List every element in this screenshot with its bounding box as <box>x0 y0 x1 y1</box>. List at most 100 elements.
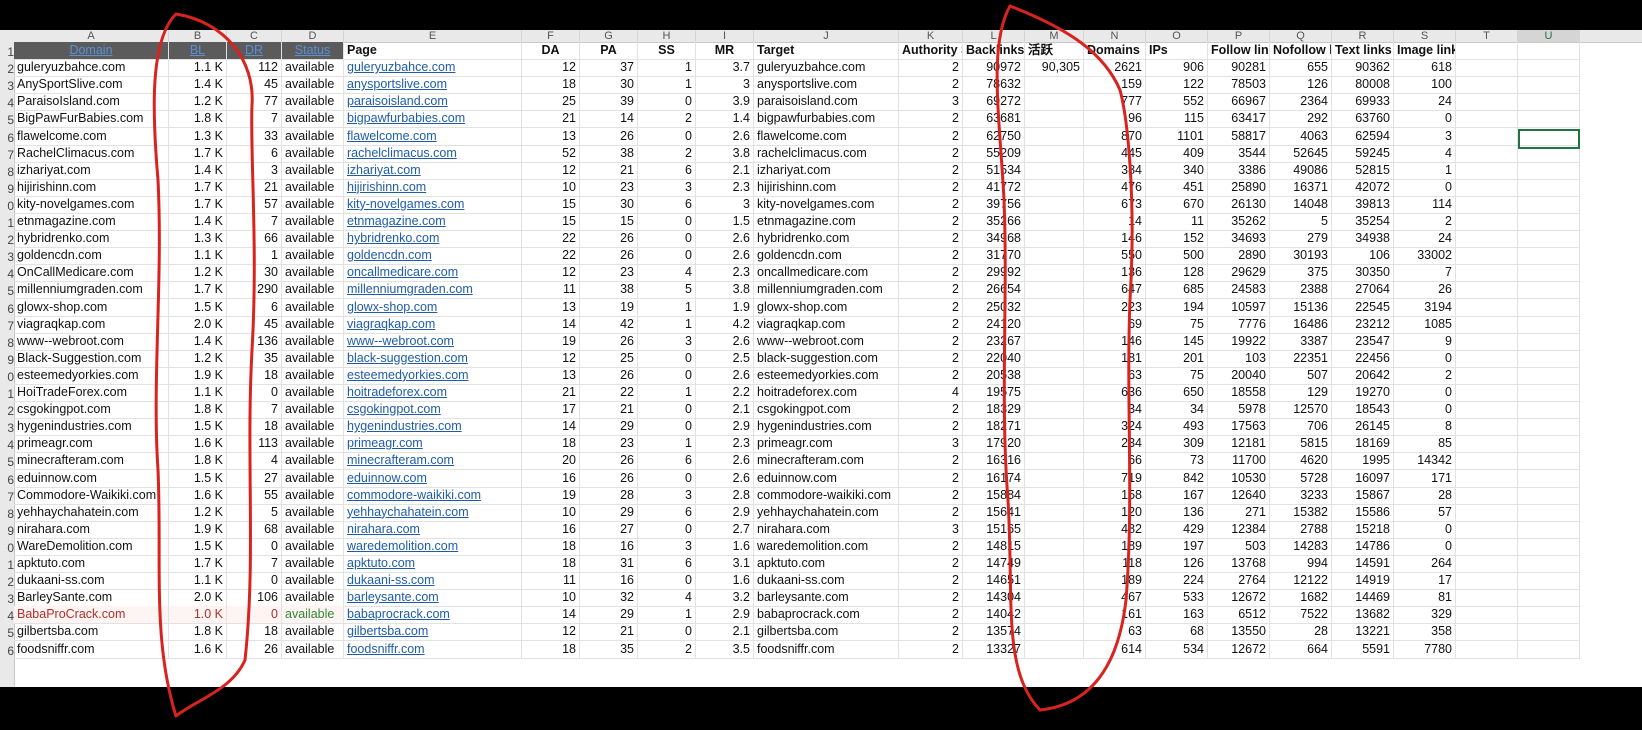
table-cell[interactable]: etnmagazine.com <box>754 213 899 231</box>
table-cell[interactable]: 80008 <box>1332 76 1394 95</box>
table-cell[interactable]: 1.5 K <box>169 469 227 488</box>
table-cell[interactable]: commodore-waikiki.com <box>344 486 522 505</box>
table-cell[interactable]: 57 <box>227 195 282 214</box>
table-cell[interactable]: 1682 <box>1270 589 1332 608</box>
table-cell[interactable]: available <box>282 572 344 591</box>
table-cell[interactable]: 2 <box>899 503 963 522</box>
table-cell[interactable]: 194 <box>1146 298 1208 317</box>
table-cell[interactable]: 26 <box>580 366 638 385</box>
table-cell[interactable]: 2 <box>899 144 963 163</box>
table-cell[interactable]: oncallmedicare.com <box>344 264 522 283</box>
table-cell[interactable] <box>1025 247 1084 266</box>
table-cell[interactable]: 2 <box>899 264 963 283</box>
table-cell[interactable]: 1.6 <box>696 572 754 591</box>
empty-cell[interactable] <box>1518 178 1580 197</box>
row-number[interactable]: 8 <box>0 505 14 523</box>
table-cell[interactable]: 534 <box>1146 640 1208 659</box>
table-cell[interactable]: 63 <box>1084 623 1146 642</box>
table-cell[interactable]: 96 <box>1084 110 1146 129</box>
table-cell[interactable]: 647 <box>1084 281 1146 300</box>
table-cell[interactable]: 75 <box>1146 366 1208 385</box>
empty-cell[interactable] <box>1518 230 1580 249</box>
table-cell[interactable]: 1.8 K <box>169 401 227 420</box>
table-cell[interactable]: BigPawFurBabies.com <box>14 110 169 129</box>
table-cell[interactable]: 126 <box>1270 76 1332 95</box>
table-cell[interactable]: rachelclimacus.com <box>344 144 522 163</box>
table-cell[interactable]: 2 <box>899 298 963 317</box>
table-cell[interactable]: www--webroot.com <box>14 332 169 351</box>
table-cell[interactable]: 0 <box>638 572 696 591</box>
table-cell[interactable]: 1.5 K <box>169 537 227 556</box>
row-number[interactable]: 2 <box>0 402 14 420</box>
table-cell[interactable]: flawelcome.com <box>14 127 169 146</box>
table-cell[interactable]: 7 <box>227 401 282 420</box>
empty-cell[interactable] <box>1518 589 1580 608</box>
table-cell[interactable]: 3.1 <box>696 555 754 573</box>
empty-cell[interactable] <box>1518 606 1580 625</box>
table-cell[interactable]: 384 <box>1084 161 1146 180</box>
table-cell[interactable]: dukaani-ss.com <box>754 572 899 591</box>
table-cell[interactable]: Black-Suggestion.com <box>14 349 169 368</box>
table-cell[interactable]: 224 <box>1146 572 1208 591</box>
table-cell[interactable]: available <box>282 110 344 129</box>
table-cell[interactable]: 0 <box>1394 349 1456 368</box>
table-cell[interactable]: 189 <box>1084 537 1146 556</box>
table-cell[interactable] <box>1025 110 1084 129</box>
table-cell[interactable]: 17920 <box>963 435 1025 454</box>
table-cell[interactable] <box>1025 144 1084 163</box>
table-cell[interactable]: 45 <box>227 315 282 334</box>
table-cell[interactable]: esteemedyorkies.com <box>344 366 522 385</box>
table-cell[interactable]: 27064 <box>1332 281 1394 300</box>
table-cell[interactable]: 2 <box>899 572 963 591</box>
empty-cell[interactable] <box>1456 503 1518 522</box>
table-cell[interactable]: 3 <box>696 76 754 95</box>
table-cell[interactable]: 1 <box>638 59 696 78</box>
table-cell[interactable]: 55 <box>227 486 282 505</box>
table-cell[interactable]: 14591 <box>1332 555 1394 573</box>
table-cell[interactable]: 16174 <box>963 469 1025 488</box>
table-cell[interactable]: 34938 <box>1332 230 1394 249</box>
table-cell[interactable]: 39 <box>580 93 638 112</box>
table-cell[interactable]: barleysante.com <box>344 589 522 608</box>
header-cell[interactable]: Text links <box>1332 42 1394 60</box>
empty-cell[interactable] <box>1456 247 1518 266</box>
table-cell[interactable]: commodore-waikiki.com <box>754 486 899 505</box>
table-cell[interactable]: 145 <box>1146 332 1208 351</box>
table-cell[interactable]: 2.3 <box>696 178 754 197</box>
empty-cell[interactable] <box>1518 213 1580 231</box>
table-cell[interactable]: 4063 <box>1270 127 1332 146</box>
table-cell[interactable]: 0 <box>1394 384 1456 402</box>
table-cell[interactable]: hybridrenko.com <box>14 230 169 249</box>
table-cell[interactable]: 1 <box>1394 161 1456 180</box>
table-cell[interactable]: available <box>282 520 344 539</box>
empty-cell[interactable] <box>1518 469 1580 488</box>
empty-cell[interactable] <box>1456 213 1518 231</box>
empty-cell[interactable] <box>1518 384 1580 402</box>
empty-cell[interactable] <box>1456 127 1518 146</box>
table-cell[interactable]: 26 <box>580 452 638 471</box>
row-number[interactable]: 4 <box>0 436 14 454</box>
table-cell[interactable]: 118 <box>1084 555 1146 573</box>
table-cell[interactable]: 264 <box>1394 555 1456 573</box>
table-cell[interactable]: 1.8 K <box>169 623 227 642</box>
table-cell[interactable] <box>1025 127 1084 146</box>
table-cell[interactable]: hygenindustries.com <box>344 418 522 437</box>
table-cell[interactable]: hoitradeforex.com <box>344 384 522 402</box>
table-cell[interactable]: 1.4 K <box>169 161 227 180</box>
table-cell[interactable]: minecrafteram.com <box>344 452 522 471</box>
table-cell[interactable]: apktuto.com <box>14 555 169 573</box>
table-cell[interactable]: 81 <box>1394 589 1456 608</box>
table-cell[interactable]: 12 <box>522 349 580 368</box>
table-cell[interactable]: 5978 <box>1208 401 1270 420</box>
table-cell[interactable]: 41772 <box>963 178 1025 197</box>
table-cell[interactable]: bigpawfurbabies.com <box>754 110 899 129</box>
table-cell[interactable]: primeagr.com <box>14 435 169 454</box>
header-cell[interactable]: DA <box>522 42 580 60</box>
table-cell[interactable]: csgokingpot.com <box>14 401 169 420</box>
empty-cell[interactable] <box>1518 537 1580 556</box>
empty-cell[interactable] <box>1456 110 1518 129</box>
table-cell[interactable]: 63681 <box>963 110 1025 129</box>
table-cell[interactable] <box>1025 401 1084 420</box>
table-cell[interactable]: etnmagazine.com <box>344 213 522 231</box>
table-cell[interactable]: 28 <box>1270 623 1332 642</box>
